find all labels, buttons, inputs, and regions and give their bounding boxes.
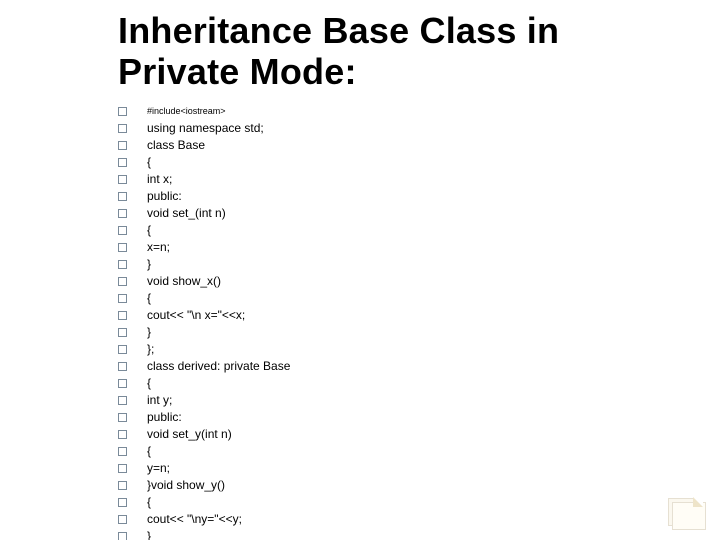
code-line: { [118,154,680,171]
square-bullet-icon [118,345,127,354]
code-text: void show_x() [147,273,221,290]
square-bullet-icon [118,328,127,337]
page-curl-icon [668,498,702,526]
square-bullet-icon [118,532,127,540]
square-bullet-icon [118,294,127,303]
code-text: x=n; [147,239,170,256]
code-text: void set_(int n) [147,205,226,222]
square-bullet-icon [118,413,127,422]
code-line: #include<iostream> [118,103,680,120]
code-text: cout<< "\n x="<<x; [147,307,245,324]
code-line: public: [118,188,680,205]
slide-title: Inheritance Base Class in Private Mode: [118,10,680,93]
code-line: }; [118,341,680,358]
code-text: #include<iostream> [147,103,226,120]
code-line: void set_y(int n) [118,426,680,443]
square-bullet-icon [118,243,127,252]
square-bullet-icon [118,498,127,507]
code-text: { [147,290,151,307]
code-line: }void show_y() [118,477,680,494]
square-bullet-icon [118,277,127,286]
code-text: int y; [147,392,172,409]
square-bullet-icon [118,430,127,439]
square-bullet-icon [118,226,127,235]
code-text: { [147,222,151,239]
code-line: } [118,528,680,540]
code-line: { [118,222,680,239]
code-line: y=n; [118,460,680,477]
code-text: { [147,154,151,171]
code-line: int x; [118,171,680,188]
code-line: class Base [118,137,680,154]
code-line: { [118,494,680,511]
code-list: #include<iostream>using namespace std;cl… [118,103,680,540]
square-bullet-icon [118,379,127,388]
code-text: { [147,375,151,392]
code-text: }; [147,341,154,358]
square-bullet-icon [118,107,127,116]
code-text: y=n; [147,460,170,477]
square-bullet-icon [118,192,127,201]
code-line: { [118,290,680,307]
square-bullet-icon [118,260,127,269]
code-line: { [118,443,680,460]
code-text: public: [147,409,182,426]
square-bullet-icon [118,175,127,184]
code-line: cout<< "\n x="<<x; [118,307,680,324]
square-bullet-icon [118,464,127,473]
square-bullet-icon [118,515,127,524]
code-line: class derived: private Base [118,358,680,375]
square-bullet-icon [118,158,127,167]
code-text: public: [147,188,182,205]
code-line: x=n; [118,239,680,256]
code-text: } [147,324,151,341]
code-text: class derived: private Base [147,358,290,375]
code-line: cout<< "\ny="<<y; [118,511,680,528]
code-text: } [147,256,151,273]
slide: Inheritance Base Class in Private Mode: … [0,0,720,540]
code-line: void show_x() [118,273,680,290]
code-text: void set_y(int n) [147,426,232,443]
code-line: void set_(int n) [118,205,680,222]
square-bullet-icon [118,396,127,405]
code-text: int x; [147,171,172,188]
code-text: { [147,494,151,511]
code-line: } [118,256,680,273]
square-bullet-icon [118,311,127,320]
square-bullet-icon [118,209,127,218]
code-text: { [147,443,151,460]
code-line: int y; [118,392,680,409]
code-line: } [118,324,680,341]
code-text: }void show_y() [147,477,225,494]
code-text: using namespace std; [147,120,264,137]
square-bullet-icon [118,447,127,456]
square-bullet-icon [118,481,127,490]
code-text: class Base [147,137,205,154]
square-bullet-icon [118,141,127,150]
square-bullet-icon [118,362,127,371]
code-line: { [118,375,680,392]
code-text: } [147,528,151,540]
code-text: cout<< "\ny="<<y; [147,511,242,528]
code-line: public: [118,409,680,426]
code-line: using namespace std; [118,120,680,137]
square-bullet-icon [118,124,127,133]
